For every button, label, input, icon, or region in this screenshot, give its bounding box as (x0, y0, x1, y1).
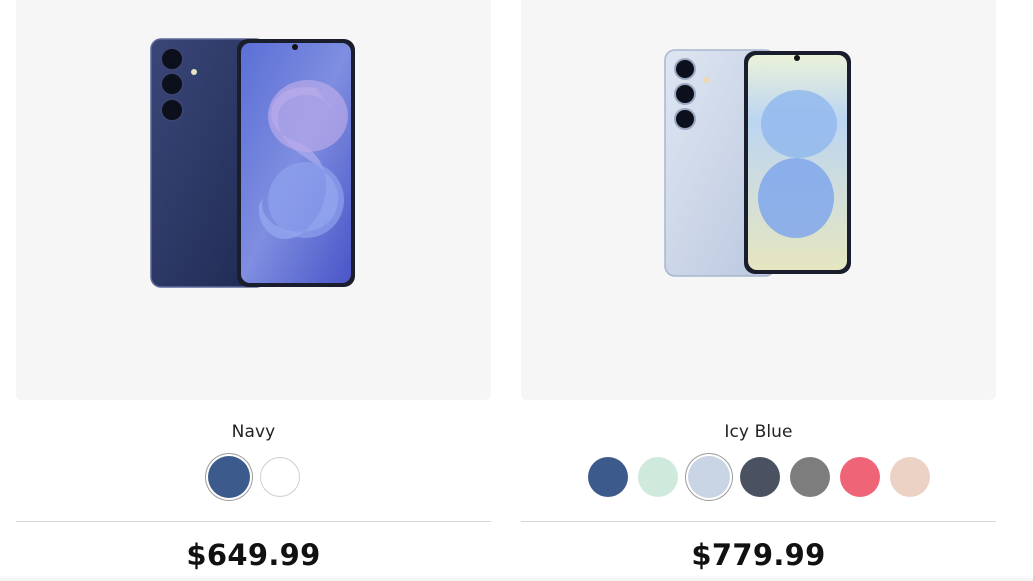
swatch-coral[interactable] (839, 457, 880, 497)
product-price: $779.99 (691, 538, 826, 572)
product-card-navy: Navy $649.99 (16, 0, 491, 581)
swatch-mint[interactable] (637, 457, 678, 497)
selected-color-name: Navy (231, 422, 276, 442)
product-card-icy-blue: Icy Blue $779.99 (521, 0, 996, 581)
swatch-blue[interactable] (587, 457, 628, 497)
phone-navy-image[interactable] (16, 0, 491, 400)
color-swatch-group (521, 456, 996, 498)
swatch-gray[interactable] (789, 457, 830, 497)
swatch-peach[interactable] (889, 457, 930, 497)
product-image-panel[interactable] (521, 0, 996, 400)
swatch-icy-blue[interactable] (687, 456, 730, 498)
swatch-navy[interactable] (207, 456, 250, 498)
phone-icy-blue-image[interactable] (521, 0, 996, 400)
product-comparison-page: Navy $649.99 Icy Blue $779.99 (0, 0, 1033, 581)
swatch-white[interactable] (259, 457, 300, 497)
product-price: $649.99 (186, 538, 321, 572)
swatch-dark-slate[interactable] (739, 457, 780, 497)
divider (16, 521, 491, 522)
product-image-panel[interactable] (16, 0, 491, 400)
selected-color-name: Icy Blue (724, 422, 793, 442)
color-swatch-group (16, 456, 491, 498)
bottom-edge-shadow (0, 575, 1033, 581)
divider (521, 521, 996, 522)
